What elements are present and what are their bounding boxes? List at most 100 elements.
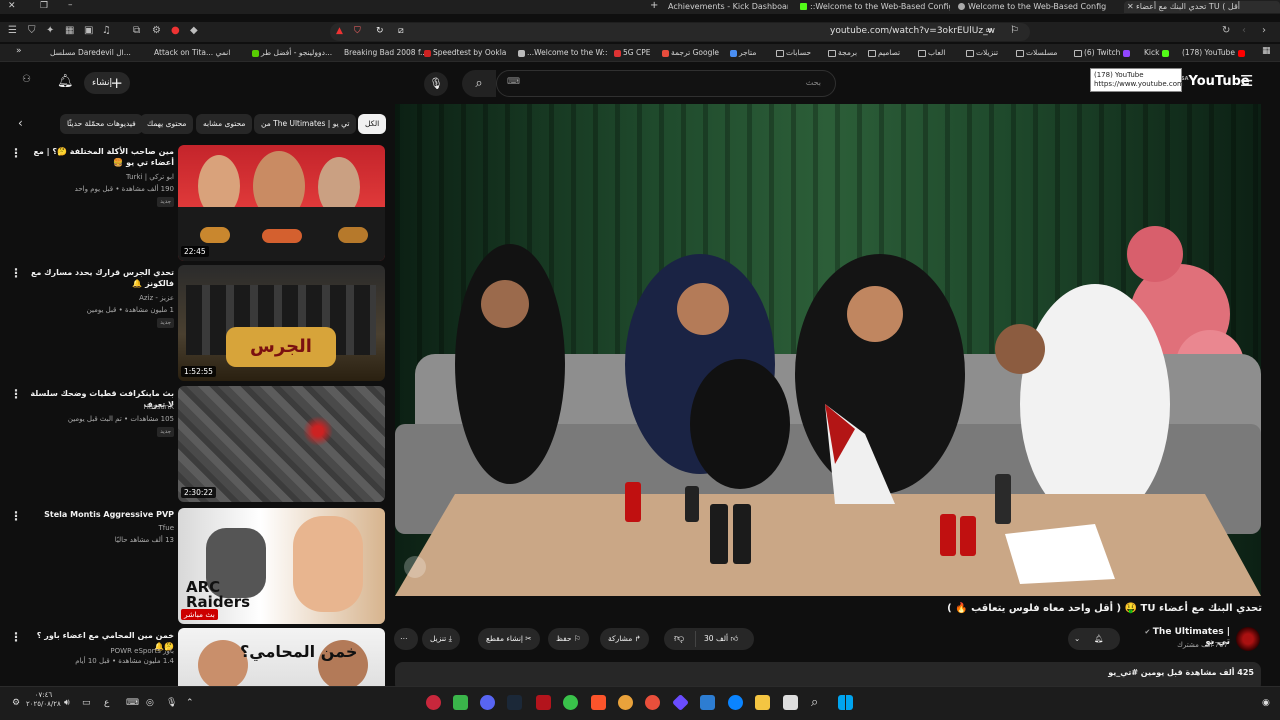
bookmark-web-config[interactable]: ...Welcome to the W:: xyxy=(518,48,607,57)
app-icon-red[interactable] xyxy=(426,695,441,710)
panel-icon[interactable]: ▣ xyxy=(84,26,93,36)
tab-config-2[interactable]: Welcome to the Web-Based Config xyxy=(958,1,1118,13)
pin-icon[interactable]: ✦ xyxy=(46,26,54,36)
vpn-icon[interactable]: ▲ xyxy=(336,26,343,36)
more-bookmarks-icon[interactable]: » xyxy=(16,46,22,56)
chip-recently-uploaded[interactable]: فيديوهات محمّلة حديثًا xyxy=(60,114,143,134)
sidebar-video-thumbnail[interactable]: 22:45 xyxy=(178,145,385,261)
account-avatar[interactable]: ⚇ xyxy=(22,74,36,92)
close-tab-icon[interactable]: ✕ xyxy=(1127,1,1134,12)
menu-icon[interactable]: ☰ xyxy=(8,26,17,36)
chip-for-you[interactable]: محتوى يهمك xyxy=(140,114,194,134)
mic-tray-icon[interactable]: 🎙︎ xyxy=(166,698,177,708)
forward-icon[interactable]: ‹ xyxy=(1242,26,1246,36)
video-options-icon[interactable]: ⋮ xyxy=(10,146,22,160)
settings-tray-icon[interactable]: ⚙ xyxy=(12,698,20,708)
bookmark-accounts[interactable]: حسابات xyxy=(776,48,811,57)
sidebar-video-channel[interactable]: عزيز - Aziz xyxy=(28,293,174,303)
app-icon-media[interactable] xyxy=(536,695,551,710)
minimize-window-icon[interactable]: – xyxy=(68,0,73,10)
share-page-icon[interactable]: ⧄ xyxy=(398,26,404,36)
restore-window-icon[interactable]: ❐ xyxy=(40,1,48,11)
url-text[interactable]: youtube.com/watch?v=3okrEUlUz_w xyxy=(830,26,995,36)
chrome-icon[interactable] xyxy=(618,695,633,710)
apps-grid-icon[interactable]: ▦ xyxy=(1262,46,1271,56)
bookmark-duolingo[interactable]: دوولينجو - أفضل طر... xyxy=(252,48,332,57)
chip-from-channel[interactable]: من The Ultimates | تي يو xyxy=(254,114,357,134)
video-player[interactable] xyxy=(395,104,1261,596)
record-icon[interactable]: ● xyxy=(171,26,180,36)
shield-icon[interactable]: ⛉ xyxy=(28,26,36,36)
sidebar-video-thumbnail[interactable]: الجرس 1:52:55 xyxy=(178,265,385,381)
bookmark-stores[interactable]: متاجر xyxy=(730,48,756,57)
bookmark-google-translate[interactable]: ترجمة Google xyxy=(662,48,719,57)
bookmark-downloads[interactable]: تنزيلات xyxy=(966,48,998,57)
video-options-icon[interactable]: ⋮ xyxy=(10,387,22,401)
diamond-icon[interactable]: ◆ xyxy=(190,26,198,36)
bookmark-youtube[interactable]: (178) YouTube xyxy=(1182,48,1247,57)
sidebar-video-channel[interactable]: HassanX xyxy=(28,402,174,412)
sidebar-video-title[interactable]: مين صاحب الأكلة المختلفة 🤔؟ | مع أعضاء ت… xyxy=(28,146,174,168)
music-icon[interactable]: ♫ xyxy=(102,26,111,36)
sidebar-video-channel[interactable]: Tfue xyxy=(28,523,174,533)
bookmark-attack-on-titan[interactable]: Attack on Tita... انمي xyxy=(154,48,230,57)
chrome-beta-icon[interactable] xyxy=(645,695,660,710)
bookmark-5g-cpe[interactable]: 5G CPE xyxy=(614,48,650,57)
back-icon[interactable]: › xyxy=(1262,26,1266,36)
app-icon-chat[interactable] xyxy=(563,695,578,710)
steam-icon[interactable] xyxy=(507,695,522,710)
app-icon-blue[interactable] xyxy=(700,695,715,710)
discord-icon[interactable] xyxy=(480,695,495,710)
app-icon-diamond[interactable] xyxy=(672,694,689,711)
sidebar-video-title[interactable]: Stela Montis Aggressive PVP xyxy=(28,509,174,520)
video-options-icon[interactable]: ⋮ xyxy=(10,509,22,523)
bookmark-twitch[interactable]: (6) Twitch xyxy=(1074,48,1132,57)
volume-icon[interactable]: 🔊︎ xyxy=(64,698,70,708)
screenshot-icon[interactable]: ⧉ xyxy=(133,26,140,36)
sidebar-video-channel[interactable]: ابو تركي | Turki xyxy=(28,172,174,182)
chevron-up-icon[interactable]: ⌃ xyxy=(186,698,194,708)
save-button[interactable]: حفظ ⚐ xyxy=(548,628,589,650)
video-options-icon[interactable]: ⋮ xyxy=(10,266,22,280)
refresh-icon[interactable]: ↻ xyxy=(1222,26,1230,36)
brave-icon[interactable] xyxy=(591,695,606,710)
tab-config-1[interactable]: ::Welcome to the Web-Based Config xyxy=(800,1,950,13)
sidebar-video-thumbnail[interactable]: 2:30:22 xyxy=(178,386,385,502)
notification-center-icon[interactable]: ◉ xyxy=(1262,698,1270,708)
dislike-button[interactable]: 👎︎ xyxy=(674,628,684,650)
channel-avatar[interactable] xyxy=(1236,627,1260,651)
chips-scroll-left-icon[interactable]: ‹ xyxy=(18,116,23,130)
video-options-icon[interactable]: ⋮ xyxy=(10,630,22,644)
bookmark-kick[interactable]: Kick xyxy=(1144,48,1171,57)
sidebar-video-title[interactable]: تحدي الجرس قرارك يحدد مسارك مع فالكونز 🔔 xyxy=(28,267,174,289)
create-button[interactable]: إنشاء + xyxy=(84,72,130,94)
display-icon[interactable]: ▭ xyxy=(82,698,91,708)
grid-icon[interactable]: ▦ xyxy=(65,26,74,36)
brave-shield-icon[interactable]: ⛉ xyxy=(354,26,361,36)
subscribe-notification-button[interactable]: ⌄ 🔔︎ xyxy=(1068,628,1120,650)
sidebar-video-thumbnail[interactable]: خمن المحامي؟ xyxy=(178,628,385,686)
more-actions-button[interactable]: ⋯ xyxy=(394,628,418,650)
bookmark-games[interactable]: العاب xyxy=(918,48,945,57)
file-explorer-icon[interactable] xyxy=(755,695,770,710)
share-button[interactable]: مشاركة ↱ xyxy=(600,628,649,650)
bookmark-programming[interactable]: برمجة xyxy=(828,48,857,57)
clip-button[interactable]: إنشاء مقطع ✂ xyxy=(478,628,540,650)
address-bar[interactable]: ▲ ⛉ ↻ ⧄ youtube.com/watch?v=3okrEUlUz_w … xyxy=(330,23,1030,41)
notifications-bell-icon[interactable]: 🔔︎ xyxy=(57,74,74,89)
guide-menu-icon[interactable]: ☰ xyxy=(1240,72,1253,90)
clock[interactable]: ٠٧:٤٦ ٢٠٢٥/٠٨/٢٨ xyxy=(26,691,61,709)
sidebar-video-channel[interactable]: باور POWR eSports xyxy=(28,646,174,656)
bookmark-designs[interactable]: تصاميم xyxy=(868,48,900,57)
keyboard-icon[interactable]: ⌨ xyxy=(507,77,520,87)
app-icon-window[interactable] xyxy=(783,695,798,710)
windows-start-icon[interactable] xyxy=(838,695,853,710)
bookmark-speedtest[interactable]: Speedtest by Ookla xyxy=(424,48,506,57)
bookmark-daredevil[interactable]: مسلسل Daredevil ال... xyxy=(50,48,131,57)
app-icon-green[interactable] xyxy=(453,695,468,710)
tab-youtube-video[interactable]: ✕ تحدي البنك مع أعضاء TU ( أقل xyxy=(1124,1,1280,13)
chip-related[interactable]: محتوى مشابه xyxy=(196,114,253,134)
sidebar-video-thumbnail[interactable]: ARC Raiders بث مباشر xyxy=(178,508,385,624)
download-button[interactable]: تنزيل ⤓ xyxy=(422,628,460,650)
reload-icon[interactable]: ↻ xyxy=(376,26,384,36)
